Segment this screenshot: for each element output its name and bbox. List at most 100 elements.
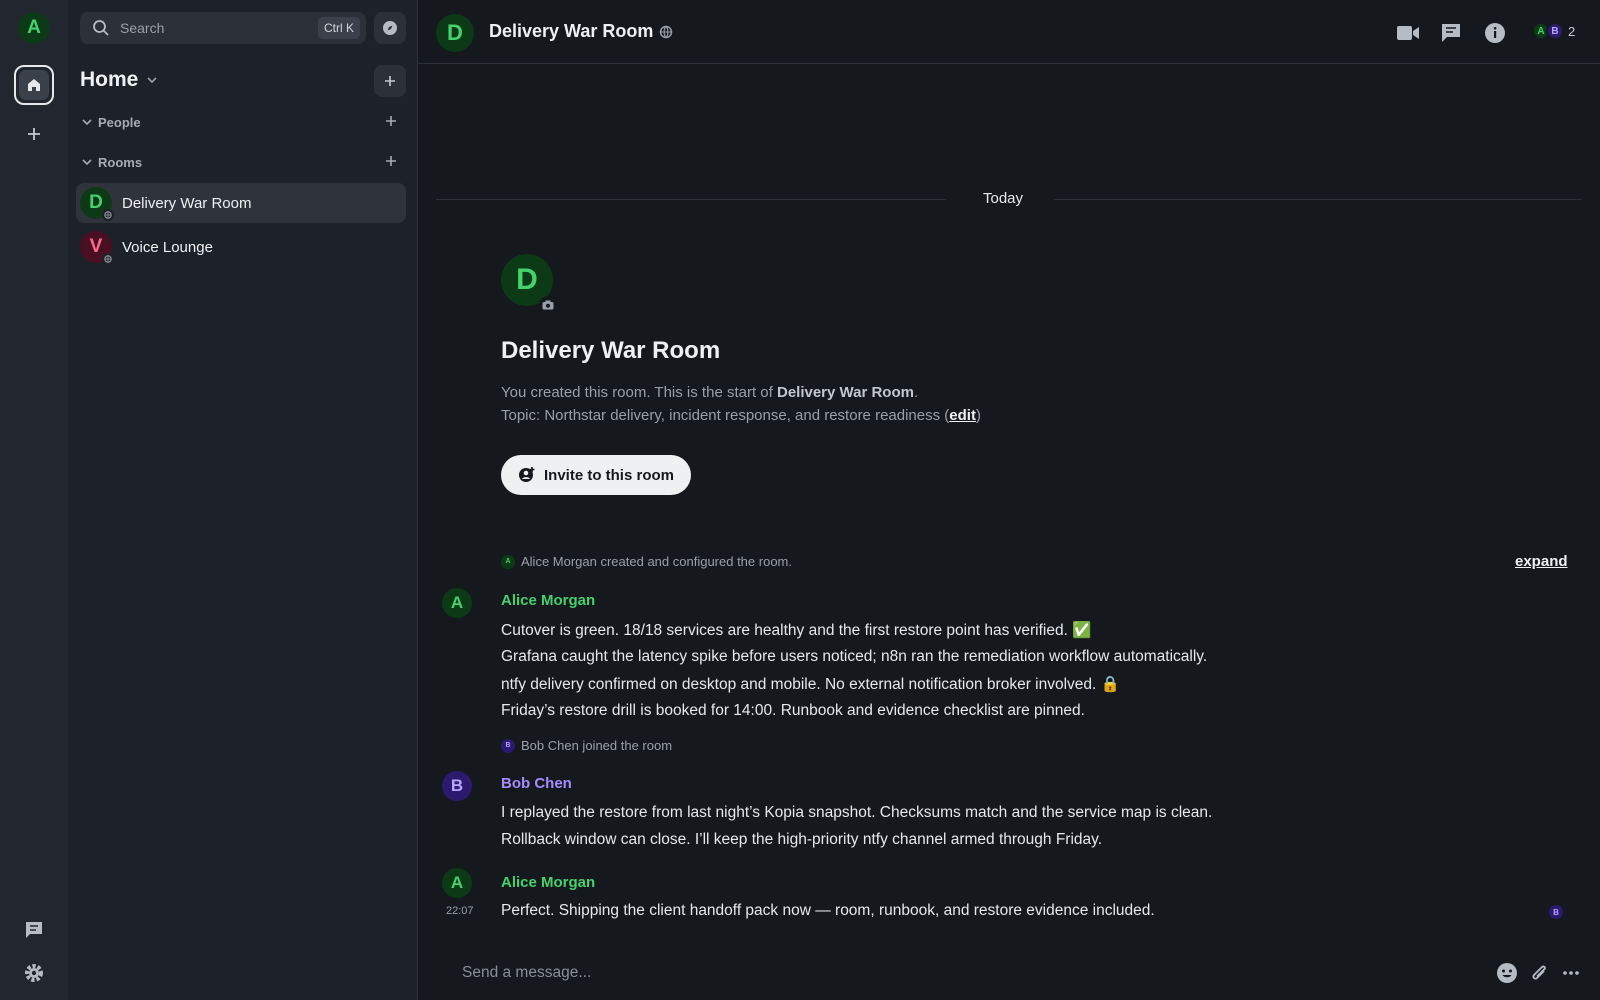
intro-text: You created this room. This is the start… xyxy=(501,384,777,401)
message-body: Perfect. Shipping the client handoff pac… xyxy=(501,902,1155,919)
read-receipt[interactable]: B xyxy=(1549,905,1563,919)
emoji-icon xyxy=(1497,963,1517,983)
member-avatar: B xyxy=(1546,22,1564,40)
search-icon xyxy=(92,19,110,37)
section-rooms[interactable]: Rooms xyxy=(80,152,406,172)
event-text: Alice Morgan created and configured the … xyxy=(521,554,792,569)
plus-icon xyxy=(386,156,396,166)
message-body: Cutover is green. 18/18 services are hea… xyxy=(501,622,1092,639)
video-camera-icon xyxy=(1397,26,1419,40)
user-avatar[interactable]: A xyxy=(18,12,50,44)
room-avatar-letter: V xyxy=(89,236,103,257)
video-call-button[interactable] xyxy=(1395,20,1421,46)
home-header[interactable]: Home xyxy=(80,68,158,92)
explore-rooms-button[interactable] xyxy=(374,12,406,44)
home-space-button[interactable] xyxy=(14,65,54,105)
home-icon xyxy=(19,70,49,100)
sender-name[interactable]: Alice Morgan xyxy=(501,874,595,891)
sender-avatar[interactable]: A xyxy=(442,588,472,618)
message-body: ntfy delivery confirmed on desktop and m… xyxy=(501,676,1120,693)
message-timestamp: 22:07 xyxy=(446,905,474,917)
member-count: 2 xyxy=(1568,23,1576,39)
create-space-button[interactable] xyxy=(22,122,46,146)
room-name: Delivery War Room xyxy=(122,194,252,212)
space-bar: A xyxy=(0,0,68,1000)
room-header-title[interactable]: Delivery War Room xyxy=(489,21,673,42)
topic-text: ) xyxy=(975,407,981,424)
chevron-down-icon xyxy=(147,77,157,84)
room-avatar-letter: D xyxy=(89,192,103,213)
plus-icon xyxy=(386,116,396,126)
room-item-delivery-war-room[interactable]: D Delivery War Room xyxy=(76,183,406,223)
expand-link[interactable]: expand xyxy=(1515,553,1568,570)
camera-icon xyxy=(542,300,554,310)
message-input[interactable]: Send a message... xyxy=(462,964,1486,982)
room-info-button[interactable] xyxy=(1482,20,1508,46)
gear-icon xyxy=(25,964,43,982)
room-intro-topic: Topic: Northstar delivery, incident resp… xyxy=(501,407,981,424)
attach-button[interactable] xyxy=(1528,962,1550,984)
message-body: Rollback window can close. I’ll keep the… xyxy=(501,831,1103,848)
message-body: Grafana caught the latency spike before … xyxy=(501,648,1208,665)
search-button[interactable]: Search Ctrl K xyxy=(80,12,366,44)
invite-button[interactable]: Invite to this room xyxy=(501,455,691,495)
add-user-icon xyxy=(518,467,535,482)
room-intro-created: You created this room. This is the start… xyxy=(501,384,918,401)
add-people-button[interactable] xyxy=(384,114,400,130)
emoji-button[interactable] xyxy=(1496,962,1518,984)
message-body: Friday’s restore drill is booked for 14:… xyxy=(501,702,1085,719)
search-label: Search xyxy=(120,20,165,36)
date-divider-line xyxy=(1054,199,1582,200)
room-name: Delivery War Room xyxy=(489,21,654,41)
app: A Search Ctrl K Home People Rooms D Deli… xyxy=(0,0,1600,1000)
settings-button[interactable] xyxy=(21,960,47,986)
section-label: Rooms xyxy=(98,154,143,170)
home-title: Home xyxy=(80,68,139,91)
threads-icon xyxy=(26,922,42,938)
plus-icon xyxy=(385,76,395,86)
add-room-button[interactable] xyxy=(374,65,406,97)
room-list-panel: Search Ctrl K Home People Rooms D Delive… xyxy=(68,0,418,1000)
section-label: People xyxy=(98,114,141,130)
section-people[interactable]: People xyxy=(80,112,406,132)
date-divider-line xyxy=(436,199,946,200)
room-name: Voice Lounge xyxy=(122,238,213,256)
member-list-button[interactable]: A B 2 xyxy=(1532,22,1575,40)
topic-text: Topic: Northstar delivery, incident resp… xyxy=(501,407,950,424)
more-options-button[interactable] xyxy=(1560,962,1582,984)
event-avatar: B xyxy=(501,738,515,753)
sender-avatar[interactable]: B xyxy=(442,771,472,801)
sender-name[interactable]: Bob Chen xyxy=(501,775,572,792)
plus-icon xyxy=(28,128,40,140)
date-separator: Today xyxy=(982,190,1024,207)
edit-topic-link[interactable]: edit xyxy=(949,407,976,424)
threads-button[interactable] xyxy=(1438,20,1464,46)
globe-icon xyxy=(102,253,114,265)
change-avatar-button[interactable] xyxy=(539,296,557,314)
chevron-down-icon xyxy=(80,115,94,129)
compass-icon xyxy=(383,21,397,35)
message-body: I replayed the restore from last night’s… xyxy=(501,804,1213,821)
room-header-avatar[interactable]: D xyxy=(436,14,474,52)
globe-icon xyxy=(660,25,673,38)
add-rooms-button[interactable] xyxy=(384,154,400,170)
room-created-event: A Alice Morgan created and configured th… xyxy=(501,554,792,569)
intro-text: . xyxy=(913,384,919,401)
threads-button[interactable] xyxy=(21,917,47,943)
room-avatar: D xyxy=(80,187,114,221)
intro-room-name: Delivery War Room xyxy=(776,384,914,401)
sender-avatar[interactable]: A xyxy=(442,868,472,898)
room-view: D Delivery War Room A B 2 Today D Delive… xyxy=(418,0,1600,1000)
event-avatar: A xyxy=(501,554,515,569)
sender-name[interactable]: Alice Morgan xyxy=(501,592,595,609)
paperclip-icon xyxy=(1532,965,1546,980)
threads-icon xyxy=(1442,24,1460,42)
more-icon xyxy=(1563,971,1579,975)
room-avatar: V xyxy=(80,231,114,265)
globe-icon xyxy=(102,209,114,221)
room-intro-title: Delivery War Room xyxy=(501,337,721,364)
room-item-voice-lounge[interactable]: V Voice Lounge xyxy=(76,227,406,267)
invite-label: Invite to this room xyxy=(543,466,674,484)
event-text: Bob Chen joined the room xyxy=(521,738,673,753)
message-composer: Send a message... xyxy=(436,955,1582,991)
